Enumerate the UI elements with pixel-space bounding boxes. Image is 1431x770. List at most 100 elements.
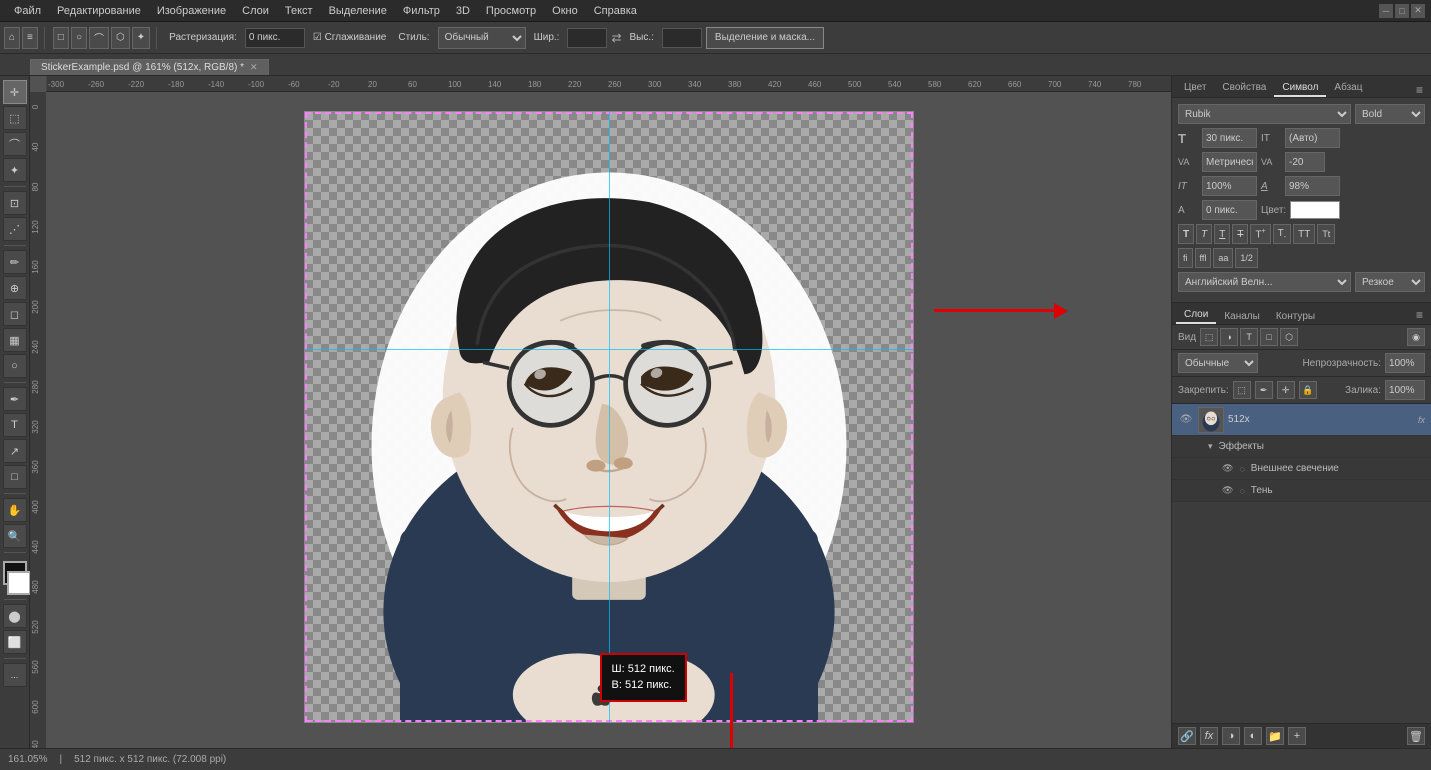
layer-outer-glow[interactable]: 👁 ◌ Внешнее свечение: [1172, 458, 1431, 480]
tool-text[interactable]: T: [3, 413, 27, 437]
layer-drop-shadow[interactable]: 👁 ◌ Тень: [1172, 480, 1431, 502]
width-input[interactable]: [567, 28, 607, 48]
vert-scale-input[interactable]: [1202, 176, 1257, 196]
tab-layers[interactable]: Слои: [1176, 307, 1216, 324]
text-superscript-button[interactable]: T+: [1250, 224, 1270, 244]
filter-pixel-icon[interactable]: ⬚: [1200, 328, 1218, 346]
menu-item-3d[interactable]: 3D: [448, 3, 478, 19]
tool-lasso[interactable]: ⌒: [3, 132, 27, 156]
menu-item-window[interactable]: Окно: [544, 3, 586, 19]
selection-mask-button[interactable]: Выделение и маска...: [706, 27, 824, 49]
document-tab-close[interactable]: ✕: [250, 62, 258, 73]
blend-mode-select[interactable]: Обычные Растворение Умножение: [1178, 353, 1258, 373]
text-aa-button[interactable]: aa: [1213, 248, 1233, 268]
text-fi-button[interactable]: fi: [1178, 248, 1193, 268]
tool-eyedropper[interactable]: ⋰: [3, 217, 27, 241]
toolbar-options-button[interactable]: ≡: [22, 27, 38, 49]
text-ordinal-button[interactable]: 1/2: [1235, 248, 1258, 268]
layer-adjustment-button[interactable]: ◐: [1244, 727, 1262, 745]
toolbar-poly-button[interactable]: ⬡: [111, 27, 130, 49]
text-allcaps-button[interactable]: TT: [1293, 224, 1315, 244]
maximize-button[interactable]: □: [1395, 4, 1409, 18]
layers-options-button[interactable]: ≡: [1412, 306, 1427, 324]
tool-shape[interactable]: □: [3, 465, 27, 489]
height-input[interactable]: [662, 28, 702, 48]
tab-paths[interactable]: Контуры: [1268, 309, 1323, 324]
tool-brush[interactable]: ✏: [3, 250, 27, 274]
lock-pixels-icon[interactable]: ⬚: [1233, 381, 1251, 399]
lock-position-icon[interactable]: ✒: [1255, 381, 1273, 399]
tool-zoom[interactable]: 🔍: [3, 524, 27, 548]
layers-filter-toggle[interactable]: ◉: [1407, 328, 1425, 346]
filter-shape-icon[interactable]: □: [1260, 328, 1278, 346]
toolbar-lasso-button[interactable]: ⌒: [89, 27, 109, 49]
layer-list[interactable]: 👁 512x fx: [1172, 404, 1431, 723]
kerning-input[interactable]: [1202, 152, 1257, 172]
filter-smart-icon[interactable]: ⬡: [1280, 328, 1298, 346]
minimize-button[interactable]: ─: [1379, 4, 1393, 18]
lock-all-icon[interactable]: 🔒: [1299, 381, 1317, 399]
fill-input[interactable]: [1385, 380, 1425, 400]
toolbar-magic-button[interactable]: ✦: [132, 27, 150, 49]
color-swatch[interactable]: [1290, 201, 1340, 219]
layer-item-512x[interactable]: 👁 512x fx: [1172, 404, 1431, 436]
leading-input[interactable]: [1285, 128, 1340, 148]
opacity-input[interactable]: [1385, 353, 1425, 373]
tool-gradient[interactable]: ▦: [3, 328, 27, 352]
toolbar-home-button[interactable]: ⌂: [4, 27, 20, 49]
layer-mask-button[interactable]: ◑: [1222, 727, 1240, 745]
swap-icon[interactable]: ⇄: [611, 31, 621, 45]
font-family-select[interactable]: Rubik Arial Helvetica: [1178, 104, 1351, 124]
tool-dodge[interactable]: ○: [3, 354, 27, 378]
menu-item-view[interactable]: Просмотр: [478, 3, 544, 19]
tool-clone[interactable]: ⊕: [3, 276, 27, 300]
layer-new-button[interactable]: +: [1288, 727, 1306, 745]
close-button[interactable]: ✕: [1411, 4, 1425, 18]
filter-adjust-icon[interactable]: ◑: [1220, 328, 1238, 346]
text-ffl-button[interactable]: ffl: [1195, 248, 1212, 268]
baseline-input[interactable]: [1202, 200, 1257, 220]
tool-eraser[interactable]: ◻: [3, 302, 27, 326]
tab-color[interactable]: Цвет: [1176, 80, 1214, 97]
tool-quick-mask[interactable]: ⬤: [3, 604, 27, 628]
style-select[interactable]: Обычный Фикс. соотн. Фикс. размер: [438, 27, 526, 49]
menu-item-select[interactable]: Выделение: [321, 3, 395, 19]
rasterize-input[interactable]: [245, 28, 305, 48]
tool-select[interactable]: ⬚: [3, 106, 27, 130]
text-smallcaps-button[interactable]: Tt: [1317, 224, 1335, 244]
horiz-scale-input[interactable]: [1285, 176, 1340, 196]
tool-magic-wand[interactable]: ✦: [3, 158, 27, 182]
font-style-select[interactable]: Bold Regular Italic: [1355, 104, 1425, 124]
document-tab[interactable]: StickerExample.psd @ 161% (512x, RGB/8) …: [30, 59, 269, 75]
menu-item-layers[interactable]: Слои: [234, 3, 277, 19]
text-italic-button[interactable]: T: [1196, 224, 1212, 244]
tool-screen-mode[interactable]: ⬜: [3, 630, 27, 654]
text-underline-button[interactable]: T: [1214, 224, 1230, 244]
toolbar-rect-button[interactable]: □: [53, 27, 69, 49]
tool-path[interactable]: ↗: [3, 439, 27, 463]
drop-shadow-vis-icon[interactable]: 👁: [1222, 485, 1233, 496]
menu-item-help[interactable]: Справка: [586, 3, 645, 19]
filter-type-icon[interactable]: T: [1240, 328, 1258, 346]
lock-artboard-icon[interactable]: ✛: [1277, 381, 1295, 399]
text-strikethrough-button[interactable]: T: [1232, 224, 1248, 244]
tab-channels[interactable]: Каналы: [1216, 309, 1268, 324]
menu-item-file[interactable]: Файл: [6, 3, 49, 19]
layer-group-button[interactable]: 📁: [1266, 727, 1284, 745]
tool-move[interactable]: ✛: [3, 80, 27, 104]
tool-background-color[interactable]: [7, 571, 31, 595]
menu-item-filter[interactable]: Фильтр: [395, 3, 448, 19]
tab-properties[interactable]: Свойства: [1214, 80, 1274, 97]
panel-menu-icon[interactable]: ≡: [1412, 83, 1427, 97]
menu-item-text[interactable]: Текст: [277, 3, 321, 19]
toolbar-ellipse-button[interactable]: ○: [71, 27, 87, 49]
layer-visibility-toggle[interactable]: 👁: [1178, 412, 1194, 428]
text-subscript-button[interactable]: T-: [1273, 224, 1291, 244]
tool-hand[interactable]: ✋: [3, 498, 27, 522]
language-select[interactable]: Английский Велн... Русский: [1178, 272, 1351, 292]
outer-glow-vis-icon[interactable]: 👁: [1222, 463, 1233, 474]
text-bold-button[interactable]: T: [1178, 224, 1194, 244]
layer-link-button[interactable]: 🔗: [1178, 727, 1196, 745]
menu-item-edit[interactable]: Редактирование: [49, 3, 149, 19]
tool-pen[interactable]: ✒: [3, 387, 27, 411]
